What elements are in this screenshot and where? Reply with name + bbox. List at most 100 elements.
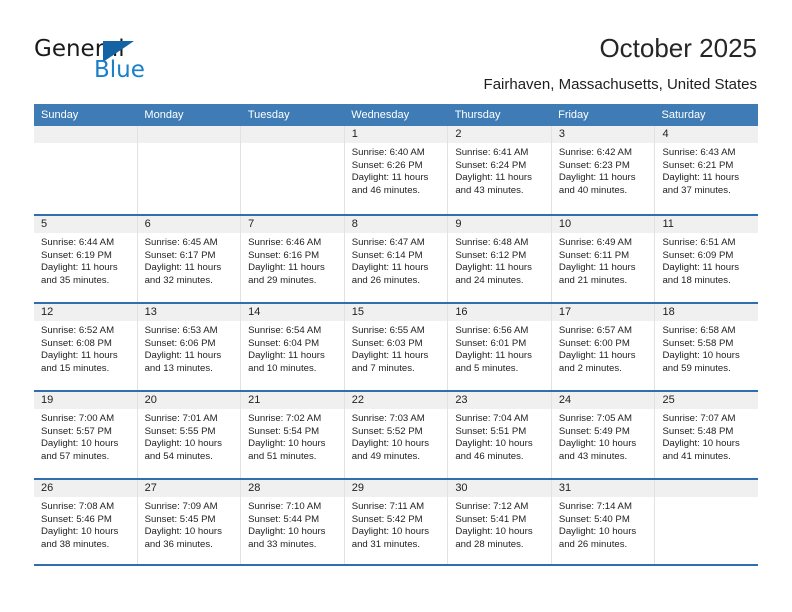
daylight-text: Daylight: 11 hours and 26 minutes. [351, 262, 429, 286]
sunrise-text: Sunrise: 6:46 AM [248, 237, 322, 248]
sun-times-info: Sunrise: 7:11 AM Sunset: 5:42 PM Daylight:… [345, 497, 448, 551]
sunrise-text: Sunrise: 6:55 AM [351, 325, 425, 336]
calendar-day-cell[interactable]: 20 Sunrise: 7:01 AM Sunset: 5:55 PM Dayligh… [137, 392, 242, 478]
day-number-band: 27 [137, 480, 241, 497]
sunrise-text: Sunrise: 7:14 AM [558, 501, 632, 512]
calendar-day-cell[interactable]: 5 Sunrise: 6:44 AM Sunset: 6:19 PM Daylight… [34, 216, 138, 302]
day-number-band: 15 [344, 304, 448, 321]
sun-times-info: Sunrise: 7:07 AM Sunset: 5:48 PM Daylight:… [655, 409, 758, 463]
day-number: 29 [351, 482, 364, 494]
calendar-day-cell[interactable]: 30 Sunrise: 7:12 AM Sunset: 5:41 PM Dayligh… [448, 480, 552, 564]
sun-times-info: Sunrise: 7:10 AM Sunset: 5:44 PM Daylight:… [241, 497, 344, 551]
day-number: 18 [662, 306, 675, 318]
calendar-day-cell[interactable]: 16 Sunrise: 6:56 AM Sunset: 6:01 PM Dayligh… [448, 304, 552, 390]
calendar-day-cell[interactable]: 10 Sunrise: 6:49 AM Sunset: 6:11 PM Dayligh… [551, 216, 656, 302]
sunrise-text: Sunrise: 7:07 AM [662, 413, 736, 424]
calendar-day-cell[interactable]: 22 Sunrise: 7:03 AM Sunset: 5:52 PM Dayligh… [344, 392, 449, 478]
sunset-text: Sunset: 6:23 PM [558, 159, 630, 171]
calendar-day-cell[interactable]: 17 Sunrise: 6:57 AM Sunset: 6:00 PM Dayligh… [551, 304, 656, 390]
calendar-week-row: 5 Sunrise: 6:44 AM Sunset: 6:19 PM Daylight… [34, 214, 759, 302]
sunset-text: Sunset: 6:26 PM [351, 159, 423, 171]
day-number-band: 2 [448, 126, 551, 143]
general-blue-logo[interactable]: General Blue [34, 36, 214, 84]
calendar-day-cell[interactable]: 25 Sunrise: 7:07 AM Sunset: 5:48 PM Dayligh… [655, 392, 759, 478]
sunset-text: Sunset: 6:17 PM [144, 249, 216, 261]
sunrise-text: Sunrise: 6:53 AM [144, 325, 218, 336]
day-number: 7 [248, 218, 255, 230]
calendar-day-cell[interactable]: 2 Sunrise: 6:41 AM Sunset: 6:24 PM Daylight… [448, 126, 552, 214]
sunrise-text: Sunrise: 6:56 AM [455, 325, 529, 336]
calendar-day-cell[interactable]: 27 Sunrise: 7:09 AM Sunset: 5:45 PM Dayligh… [137, 480, 242, 564]
calendar-day-cell[interactable]: 12 Sunrise: 6:52 AM Sunset: 6:08 PM Dayligh… [34, 304, 138, 390]
day-number: 20 [144, 394, 157, 406]
calendar-day-cell[interactable]: 7 Sunrise: 6:46 AM Sunset: 6:16 PM Daylight… [241, 216, 345, 302]
day-number-band: 26 [34, 480, 137, 497]
day-number-band: 5 [34, 216, 137, 233]
daylight-text: Daylight: 11 hours and 40 minutes. [558, 172, 636, 196]
weekday-header-wednesday: Wednesday [351, 109, 410, 121]
daylight-text: Daylight: 11 hours and 24 minutes. [455, 262, 532, 286]
daylight-text: Daylight: 11 hours and 37 minutes. [662, 172, 740, 196]
calendar-day-cell[interactable]: 3 Sunrise: 6:42 AM Sunset: 6:23 PM Daylight… [551, 126, 656, 214]
calendar-day-cell[interactable]: 24 Sunrise: 7:05 AM Sunset: 5:49 PM Dayligh… [551, 392, 656, 478]
calendar-day-cell[interactable]: 11 Sunrise: 6:51 AM Sunset: 6:09 PM Dayligh… [655, 216, 759, 302]
daylight-text: Daylight: 10 hours and 38 minutes. [41, 526, 119, 550]
calendar-day-cell[interactable]: 28 Sunrise: 7:10 AM Sunset: 5:44 PM Dayligh… [241, 480, 345, 564]
sun-times-info: Sunrise: 7:08 AM Sunset: 5:46 PM Daylight:… [34, 497, 137, 551]
day-number-band: 18 [655, 304, 759, 321]
sunset-text: Sunset: 6:24 PM [455, 159, 527, 171]
sun-times-info: Sunrise: 6:49 AM Sunset: 6:11 PM Daylight:… [552, 233, 655, 287]
daylight-text: Daylight: 11 hours and 35 minutes. [41, 262, 118, 286]
day-number-band: 30 [448, 480, 551, 497]
calendar-day-cell[interactable]: 19 Sunrise: 7:00 AM Sunset: 5:57 PM Dayligh… [34, 392, 138, 478]
day-number-band: 14 [241, 304, 344, 321]
sun-times-info: Sunrise: 6:45 AM Sunset: 6:17 PM Daylight:… [138, 233, 241, 287]
sunrise-text: Sunrise: 6:43 AM [662, 147, 736, 158]
sunset-text: Sunset: 6:16 PM [248, 249, 320, 261]
day-number-band: 16 [448, 304, 551, 321]
weekday-header-tuesday: Tuesday [247, 109, 290, 121]
weekday-header-row: Sunday Monday Tuesday Wednesday Thursday… [34, 104, 758, 126]
calendar-day-cell[interactable]: 4 Sunrise: 6:43 AM Sunset: 6:21 PM Daylight… [655, 126, 759, 214]
calendar-day-cell[interactable]: 14 Sunrise: 6:54 AM Sunset: 6:04 PM Dayligh… [241, 304, 345, 390]
daylight-text: Daylight: 10 hours and 28 minutes. [455, 526, 533, 550]
calendar-day-cell[interactable]: 13 Sunrise: 6:53 AM Sunset: 6:06 PM Dayligh… [137, 304, 242, 390]
sunrise-text: Sunrise: 6:51 AM [662, 237, 736, 248]
day-number: 14 [248, 306, 261, 318]
calendar-day-cell[interactable]: 1 Sunrise: 6:40 AM Sunset: 6:26 PM Daylight… [344, 126, 449, 214]
calendar-day-cell[interactable]: 29 Sunrise: 7:11 AM Sunset: 5:42 PM Dayligh… [344, 480, 449, 564]
day-number: 26 [41, 482, 54, 494]
calendar-day-cell[interactable]: 6 Sunrise: 6:45 AM Sunset: 6:17 PM Daylight… [137, 216, 242, 302]
daylight-text: Daylight: 10 hours and 36 minutes. [144, 526, 222, 550]
sunset-text: Sunset: 6:01 PM [455, 337, 527, 349]
sunrise-text: Sunrise: 7:02 AM [248, 413, 322, 424]
day-number-band: 7 [241, 216, 344, 233]
calendar-day-cell[interactable]: 21 Sunrise: 7:02 AM Sunset: 5:54 PM Dayligh… [241, 392, 345, 478]
sun-times-info: Sunrise: 6:54 AM Sunset: 6:04 PM Daylight:… [241, 321, 344, 375]
day-number: 5 [41, 218, 48, 230]
sunset-text: Sunset: 6:12 PM [455, 249, 527, 261]
sun-times-info: Sunrise: 7:14 AM Sunset: 5:40 PM Daylight:… [552, 497, 655, 551]
sunset-text: Sunset: 6:08 PM [41, 337, 112, 349]
calendar-day-cell[interactable]: 26 Sunrise: 7:08 AM Sunset: 5:46 PM Dayligh… [34, 480, 138, 564]
calendar-day-cell[interactable]: 9 Sunrise: 6:48 AM Sunset: 6:12 PM Daylight… [448, 216, 552, 302]
calendar-day-cell[interactable]: 18 Sunrise: 6:58 AM Sunset: 5:58 PM Dayligh… [655, 304, 759, 390]
sun-times-info: Sunrise: 6:47 AM Sunset: 6:14 PM Daylight:… [345, 233, 448, 287]
calendar-page: General Blue October 2025 Fairhaven, Mas… [0, 0, 792, 612]
daylight-text: Daylight: 10 hours and 46 minutes. [455, 438, 533, 462]
sun-times-info: Sunrise: 6:46 AM Sunset: 6:16 PM Daylight:… [241, 233, 344, 287]
logo-text-blue: Blue [94, 57, 145, 83]
weekday-header-friday: Friday [558, 109, 589, 121]
calendar-day-cell[interactable]: 15 Sunrise: 6:55 AM Sunset: 6:03 PM Dayligh… [344, 304, 449, 390]
calendar-day-cell[interactable]: 31 Sunrise: 7:14 AM Sunset: 5:40 PM Dayligh… [551, 480, 656, 564]
sunrise-text: Sunrise: 6:45 AM [144, 237, 218, 248]
calendar-day-cell[interactable]: 23 Sunrise: 7:04 AM Sunset: 5:51 PM Dayligh… [448, 392, 552, 478]
day-number-band: 21 [241, 392, 344, 409]
daylight-text: Daylight: 11 hours and 18 minutes. [662, 262, 740, 286]
calendar-day-cell[interactable]: 8 Sunrise: 6:47 AM Sunset: 6:14 PM Daylight… [344, 216, 449, 302]
day-number-band: 29 [344, 480, 448, 497]
sunset-text: Sunset: 5:51 PM [455, 425, 527, 437]
sunset-text: Sunset: 6:00 PM [558, 337, 630, 349]
day-number-band [241, 126, 344, 143]
sun-times-info: Sunrise: 6:53 AM Sunset: 6:06 PM Daylight:… [138, 321, 241, 375]
